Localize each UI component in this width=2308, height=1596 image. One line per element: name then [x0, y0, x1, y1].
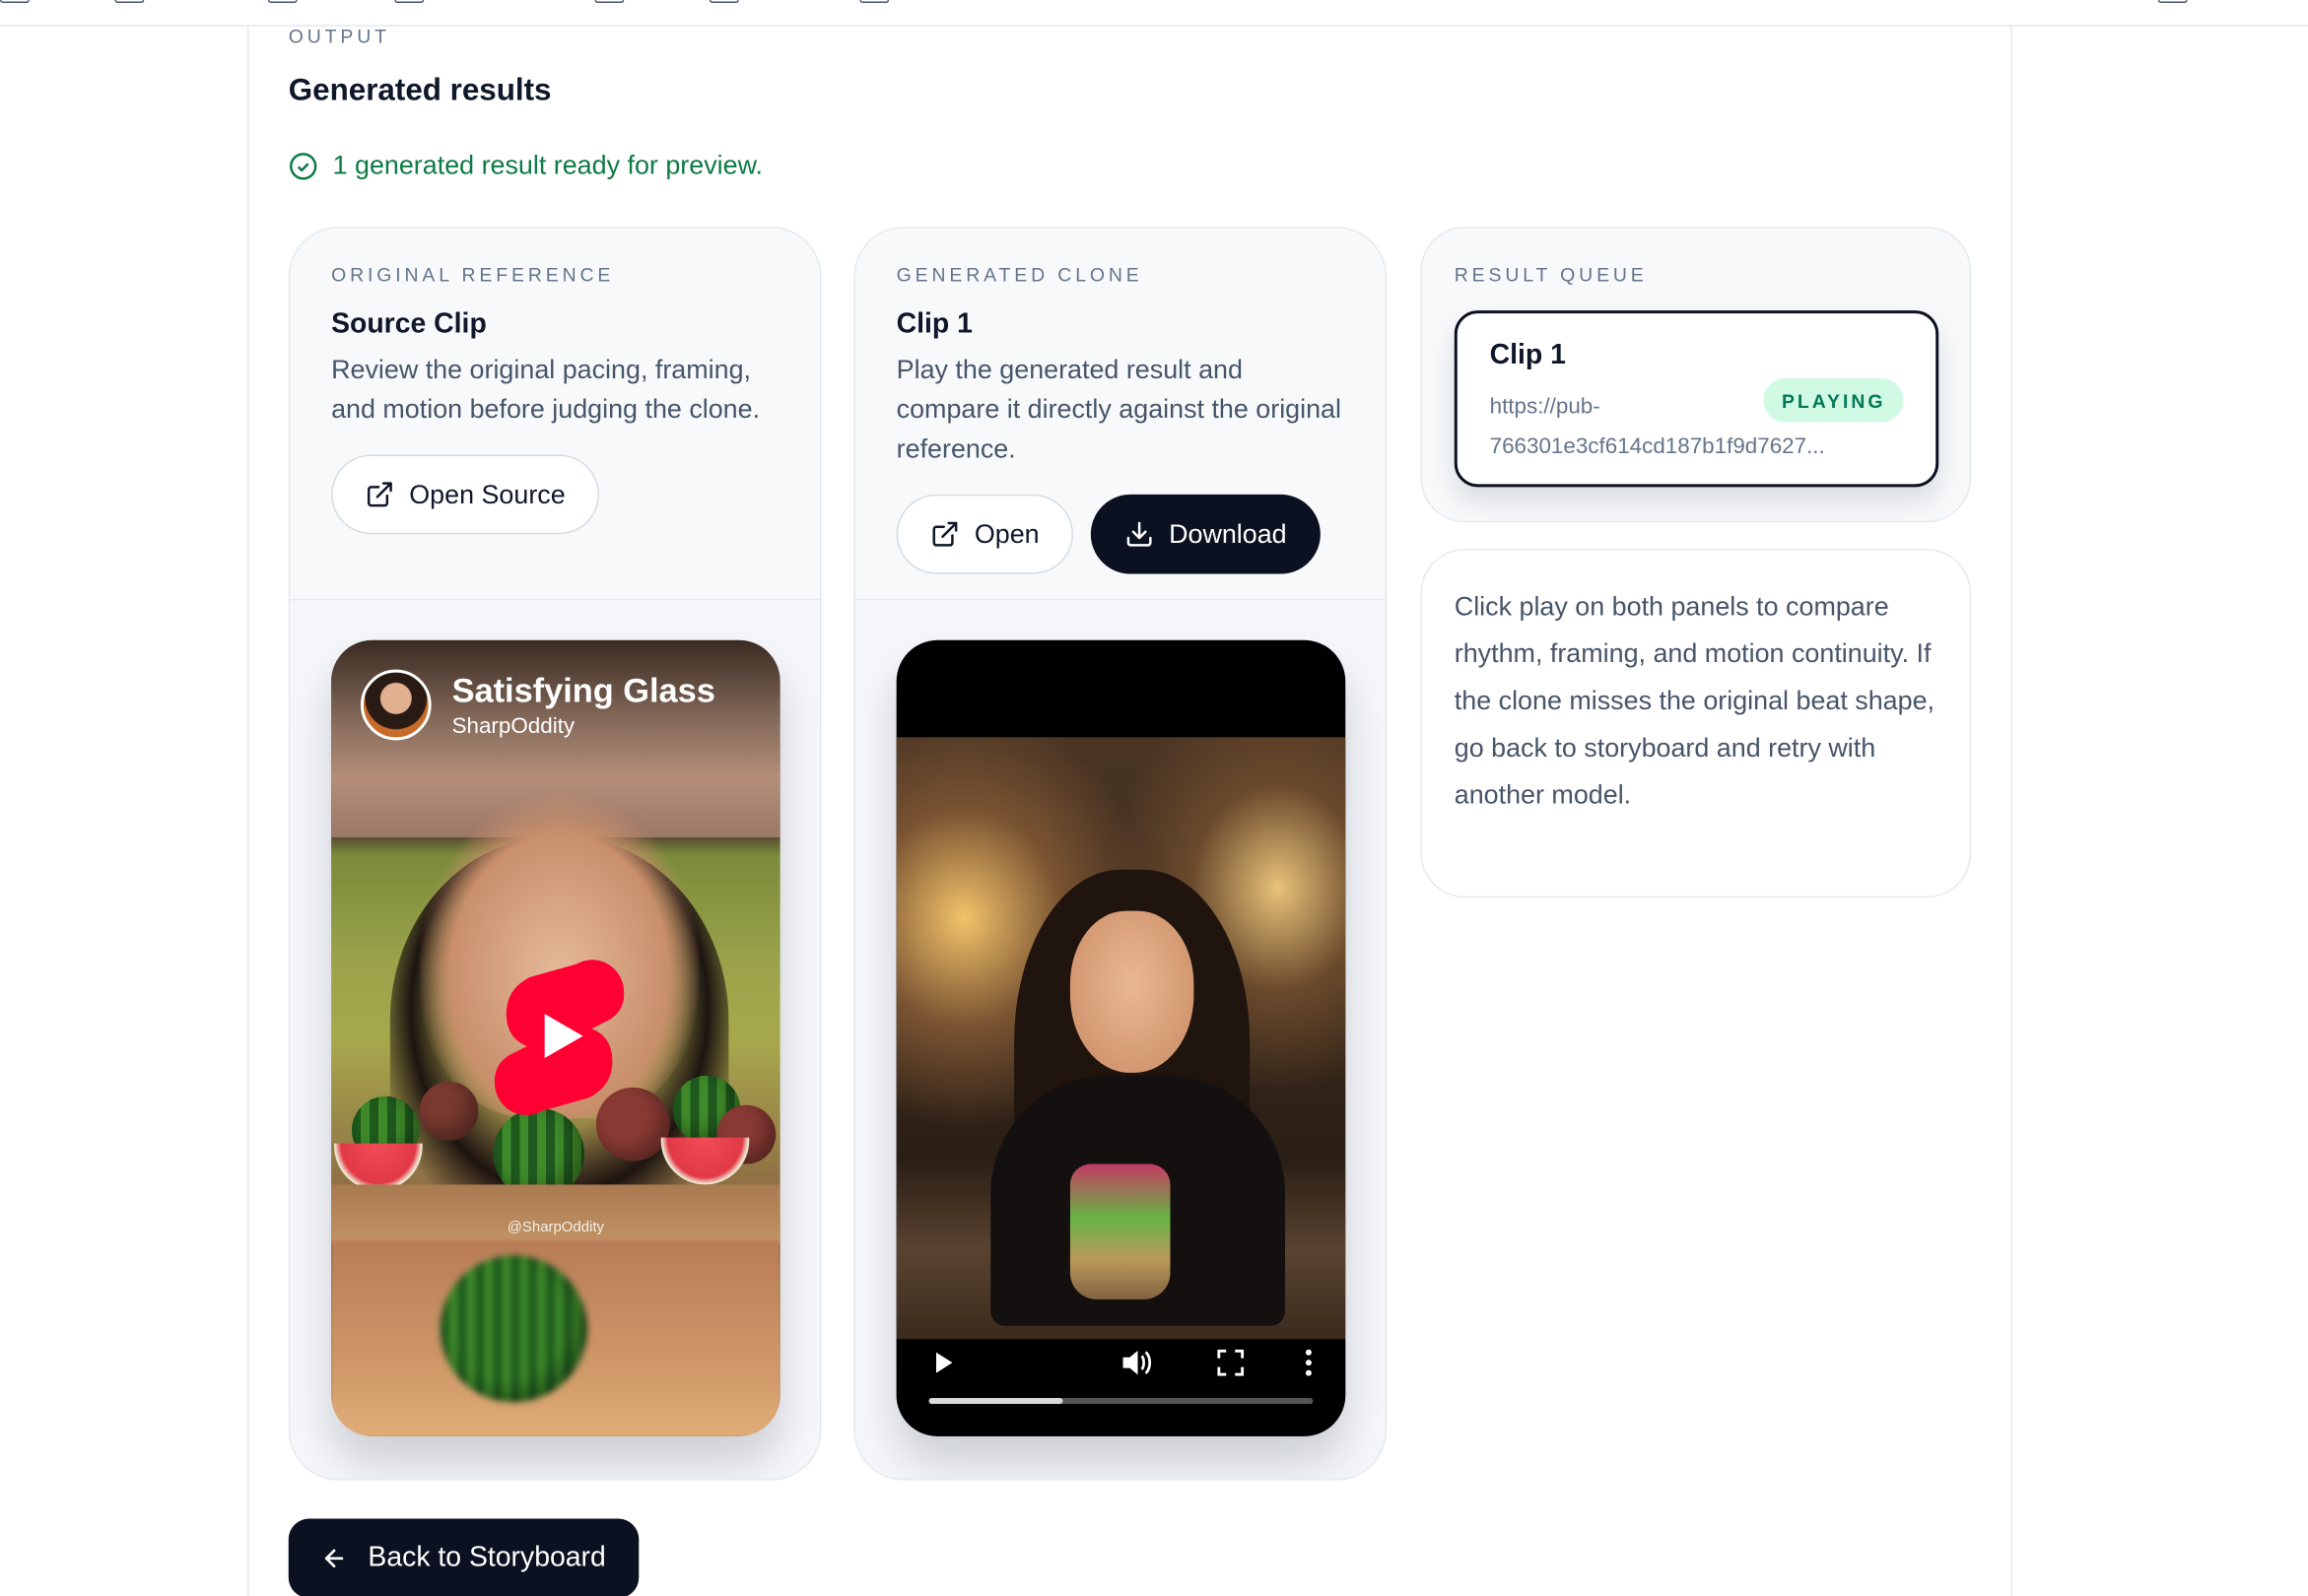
bookmark-folder-icon[interactable] [2157, 0, 2188, 3]
output-eyebrow: OUTPUT [288, 25, 390, 47]
queue-item[interactable]: Clip 1 https://pub-766301e3cf614cd187b1f… [1454, 310, 1939, 488]
watermelon-image [440, 1255, 587, 1403]
page: OUTPUT Generated results 1 generated res… [0, 0, 2308, 1596]
open-source-label: Open Source [409, 479, 566, 509]
source-video-player[interactable]: @SharpOddity Satisfying Glass SharpOddit… [331, 639, 781, 1436]
result-queue: RESULT QUEUE Clip 1 https://pub-766301e3… [1420, 227, 1972, 523]
queue-item-url: https://pub-766301e3cf614cd187b1f9d7627.… [1489, 394, 1825, 460]
status-text: 1 generated result ready for preview. [332, 150, 763, 180]
download-label: Download [1169, 518, 1287, 549]
open-button[interactable]: Open [896, 494, 1073, 574]
external-link-icon [367, 482, 392, 507]
arrow-left-icon [324, 1549, 344, 1568]
channel-name: SharpOddity [451, 713, 576, 739]
queue-eyebrow: RESULT QUEUE [1454, 263, 1648, 286]
bookmark-folder-icon[interactable] [114, 0, 145, 3]
play-icon[interactable] [932, 1351, 956, 1374]
fullscreen-icon[interactable] [1216, 1349, 1244, 1376]
card-title: Source Clip [331, 308, 487, 341]
download-icon [1126, 521, 1152, 547]
video-progress-bar[interactable] [928, 1398, 1314, 1404]
video-frame-bottom [331, 1240, 781, 1436]
video-subject-face [1069, 910, 1194, 1073]
browser-bookmarks-bar [0, 0, 2308, 27]
video-channel-header: Satisfying Glass SharpOddity [360, 669, 715, 741]
video-watermark: @SharpOddity [507, 1220, 604, 1236]
compare-instructions: Click play on both panels to compare rhy… [1420, 549, 1972, 898]
bookmark-folder-icon[interactable] [709, 0, 739, 3]
page-title: Generated results [288, 73, 552, 108]
channel-avatar[interactable] [360, 669, 432, 741]
card-description: Play the generated result and compare it… [896, 354, 1341, 464]
bookmark-folder-icon[interactable] [594, 0, 625, 3]
check-circle-icon [290, 152, 317, 179]
source-clip-card: ORIGINAL REFERENCE Source Clip Review th… [288, 227, 822, 1481]
bookmark-folder-icon[interactable] [394, 0, 425, 3]
video-controls [896, 1339, 1346, 1436]
generated-clip-card: GENERATED CLONE Clip 1 Play the generate… [853, 227, 1388, 1481]
ornament-image [419, 1081, 479, 1141]
bookmark-folder-icon[interactable] [859, 0, 890, 3]
open-source-button[interactable]: Open Source [331, 454, 600, 535]
video-frame [896, 737, 1346, 1422]
generated-video-player[interactable] [896, 639, 1346, 1436]
youtube-shorts-play-icon[interactable] [489, 955, 625, 1116]
card-title: Clip 1 [896, 308, 973, 341]
video-progress-fill [928, 1398, 1063, 1404]
download-button[interactable]: Download [1090, 494, 1322, 574]
glitter-jar-image [1069, 1164, 1171, 1299]
external-link-icon [932, 521, 958, 547]
card-eyebrow: ORIGINAL REFERENCE [331, 263, 615, 286]
more-options-icon[interactable] [1304, 1348, 1313, 1377]
back-to-storyboard-button[interactable]: Back to Storyboard [288, 1518, 639, 1596]
video-title: Satisfying Glass [451, 671, 715, 709]
bookmark-folder-icon[interactable] [0, 0, 30, 3]
card-eyebrow: GENERATED CLONE [896, 263, 1143, 286]
bookmark-folder-icon[interactable] [267, 0, 298, 3]
open-label: Open [974, 518, 1040, 549]
status-badge: PLAYING [1764, 377, 1904, 423]
queue-item-title: Clip 1 [1489, 340, 1566, 371]
back-label: Back to Storyboard [368, 1542, 606, 1573]
status-message: 1 generated result ready for preview. [289, 150, 763, 180]
volume-icon[interactable] [1120, 1348, 1152, 1377]
card-description: Review the original pacing, framing, and… [331, 354, 761, 425]
watermelon-slice-image [334, 1143, 423, 1191]
